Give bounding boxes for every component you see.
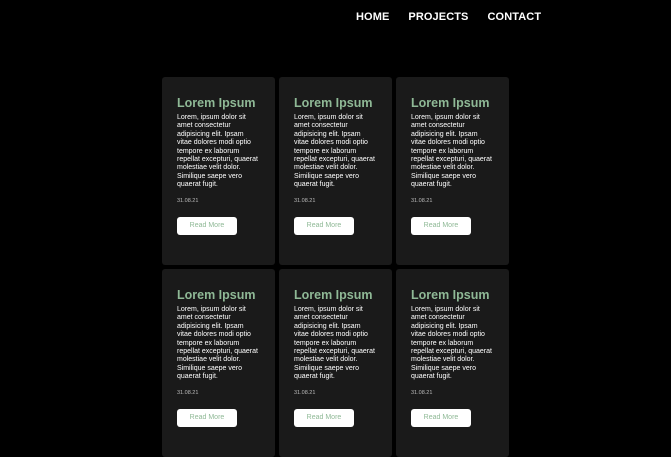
card: Lorem Ipsum Lorem, ipsum dolor sit amet … xyxy=(162,77,275,265)
read-more-button[interactable]: Read More xyxy=(177,216,237,235)
card-title: Lorem Ipsum xyxy=(177,96,256,110)
card-date: 31.08.21 xyxy=(294,389,316,396)
card-body: Lorem, ipsum dolor sit amet consectetur … xyxy=(177,306,258,381)
card: Lorem Ipsum Lorem, ipsum dolor sit amet … xyxy=(162,269,275,457)
card-title: Lorem Ipsum xyxy=(411,288,490,302)
card-date: 31.08.21 xyxy=(177,389,199,396)
card: Lorem Ipsum Lorem, ipsum dolor sit amet … xyxy=(279,269,392,457)
nav-projects-link[interactable]: PROJECTS xyxy=(408,11,468,23)
card: Lorem Ipsum Lorem, ipsum dolor sit amet … xyxy=(279,77,392,265)
card-body: Lorem, ipsum dolor sit amet consectetur … xyxy=(411,306,492,381)
read-more-button[interactable]: Read More xyxy=(294,216,354,235)
read-more-button[interactable]: Read More xyxy=(411,408,471,427)
card-date: 31.08.21 xyxy=(411,197,433,204)
card-date: 31.08.21 xyxy=(411,389,433,396)
card-title: Lorem Ipsum xyxy=(294,288,373,302)
card: Lorem Ipsum Lorem, ipsum dolor sit amet … xyxy=(396,77,509,265)
card-body: Lorem, ipsum dolor sit amet consectetur … xyxy=(411,114,492,189)
card-date: 31.08.21 xyxy=(294,197,316,204)
card-body: Lorem, ipsum dolor sit amet consectetur … xyxy=(294,306,375,381)
card-body: Lorem, ipsum dolor sit amet consectetur … xyxy=(294,114,375,189)
nav-contact-link[interactable]: CONTACT xyxy=(488,11,542,23)
read-more-button[interactable]: Read More xyxy=(177,408,237,427)
card-date: 31.08.21 xyxy=(177,197,199,204)
top-nav: HOME PROJECTS CONTACT xyxy=(356,11,541,23)
card-title: Lorem Ipsum xyxy=(411,96,490,110)
read-more-button[interactable]: Read More xyxy=(294,408,354,427)
card-grid: Lorem Ipsum Lorem, ipsum dolor sit amet … xyxy=(162,77,509,457)
read-more-button[interactable]: Read More xyxy=(411,216,471,235)
card-title: Lorem Ipsum xyxy=(177,288,256,302)
card-body: Lorem, ipsum dolor sit amet consectetur … xyxy=(177,114,258,189)
nav-home-link[interactable]: HOME xyxy=(356,11,389,23)
card-title: Lorem Ipsum xyxy=(294,96,373,110)
card: Lorem Ipsum Lorem, ipsum dolor sit amet … xyxy=(396,269,509,457)
